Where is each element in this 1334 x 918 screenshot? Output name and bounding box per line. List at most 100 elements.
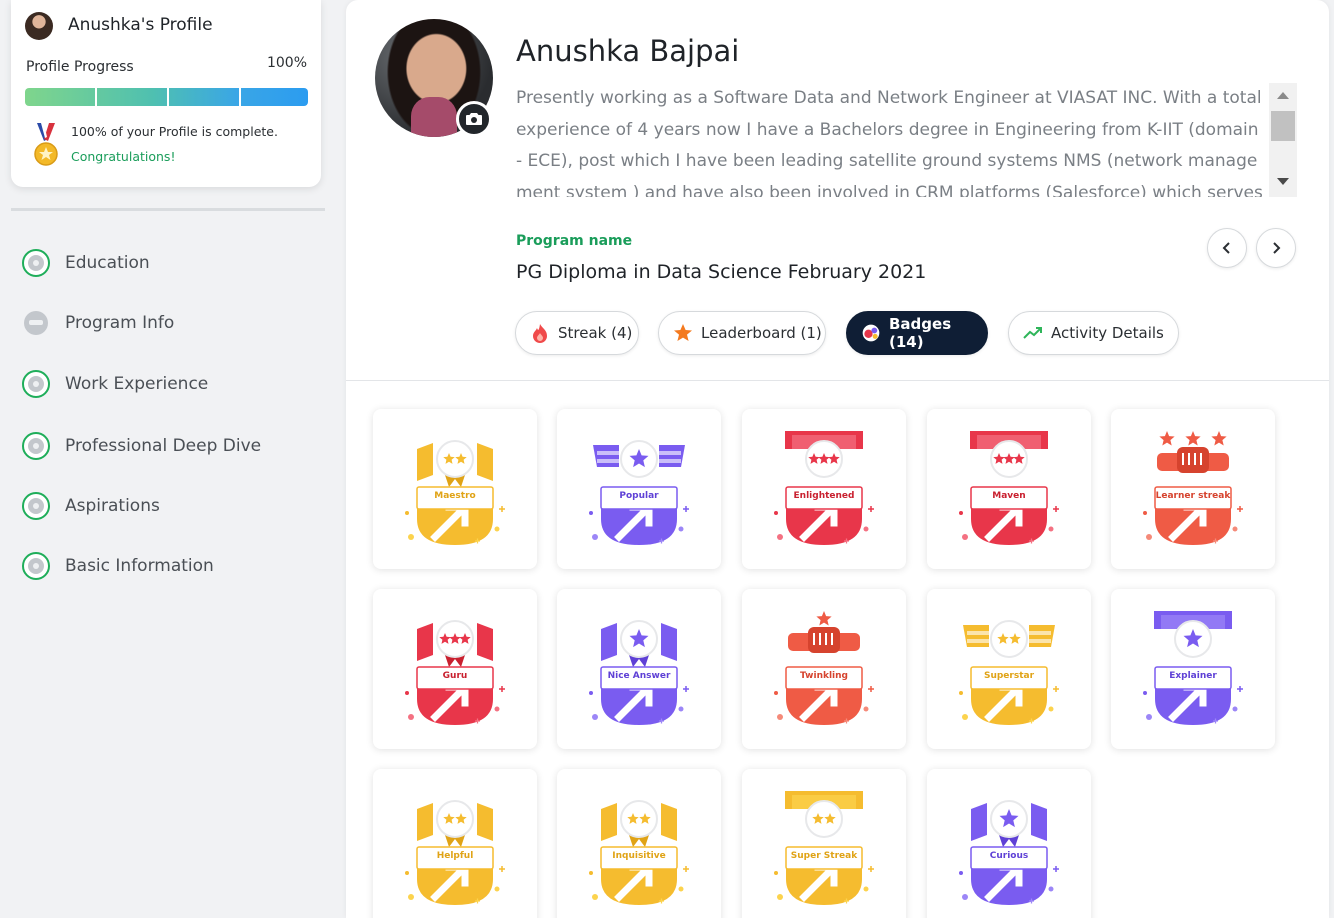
badge-label: Guru [442, 671, 468, 681]
tab-label: Leaderboard (1) [701, 324, 822, 342]
progress-label: Profile Progress [26, 59, 134, 75]
profile-title: Anushka's Profile [68, 15, 213, 35]
tab-streak[interactable]: Streak (4) [515, 311, 639, 355]
tab-activity-details[interactable]: Activity Details [1008, 311, 1179, 355]
badge-label: Popular [619, 491, 659, 501]
section-divider [346, 380, 1329, 381]
badge-emblem-icon [589, 620, 689, 725]
tab-label: Streak (4) [558, 324, 633, 342]
next-program-button[interactable] [1256, 228, 1296, 268]
scroll-down-arrow-icon[interactable] [1277, 178, 1289, 185]
profile-bio: Presently working as a Software Data and… [516, 88, 1263, 197]
badge-emblem-icon [1143, 431, 1243, 545]
badge-label: Helpful [436, 851, 474, 861]
chevron-left-icon [1222, 242, 1230, 254]
badge-emblem-icon [405, 800, 505, 905]
sidebar-item-label: Aspirations [65, 496, 160, 516]
sidebar-item-label: Program Info [65, 313, 175, 333]
badge-label: Nice Answer [607, 671, 671, 681]
profile-name: Anushka Bajpai [516, 34, 740, 68]
badge-card[interactable]: Maestro [373, 409, 537, 569]
badge-label: Twinkling [800, 671, 848, 681]
badge-card[interactable]: Twinkling [742, 589, 906, 749]
sidebar-item-basic-information[interactable]: Basic Information [22, 551, 214, 581]
congrats-message: Congratulations! [71, 149, 176, 164]
badge-emblem-icon [774, 611, 874, 725]
badge-emblem-icon [959, 431, 1059, 545]
badge-card[interactable]: Learner streak [1111, 409, 1275, 569]
badge-label: Super Streak [790, 851, 858, 861]
change-photo-button[interactable] [456, 101, 492, 137]
badge-label: Curious [989, 851, 1029, 861]
sidebar-item-label: Basic Information [65, 556, 214, 576]
tab-label: Activity Details [1051, 324, 1164, 342]
badge-label: Learner streak [1155, 491, 1231, 501]
badge-card[interactable]: Maven [927, 409, 1091, 569]
scroll-up-arrow-icon[interactable] [1277, 92, 1289, 99]
badge-emblem-icon [405, 620, 505, 725]
badge-emblem-icon [774, 431, 874, 545]
tab-label: Badges (14) [889, 315, 952, 351]
badge-card[interactable]: Helpful [373, 769, 537, 918]
badge-label: Maven [992, 491, 1026, 501]
program-label: Program name [516, 233, 633, 249]
badge-emblem-icon [589, 800, 689, 905]
trend-icon [1023, 323, 1043, 343]
badge-label: Enlightened [793, 491, 855, 501]
sidebar-item-aspirations[interactable]: Aspirations [22, 491, 160, 521]
badge-card[interactable]: Guru [373, 589, 537, 749]
badge-emblem-icon [405, 440, 505, 545]
graduation-cap-icon [22, 309, 50, 337]
badge-emblem-icon [589, 440, 689, 545]
bio-scroll-area[interactable]: Presently working as a Software Data and… [516, 83, 1297, 197]
badges-icon [861, 323, 881, 343]
target-icon [22, 492, 50, 520]
sidebar-item-professional-deep-dive[interactable]: Professional Deep Dive [22, 431, 261, 461]
badge-emblem-icon [959, 620, 1059, 725]
badge-card[interactable]: Enlightened [742, 409, 906, 569]
chevron-right-icon [1273, 242, 1281, 254]
badge-label: Maestro [434, 491, 476, 501]
complete-message: 100% of your Profile is complete. [71, 124, 278, 139]
sidebar-item-label: Education [65, 253, 150, 273]
program-name: PG Diploma in Data Science February 2021 [516, 261, 927, 283]
progress-value: 100% [266, 55, 307, 71]
badge-card[interactable]: Inquisitive [557, 769, 721, 918]
gear-icon [22, 432, 50, 460]
badge-label: Explainer [1169, 671, 1217, 681]
gear-icon [22, 552, 50, 580]
badge-label: Superstar [983, 671, 1035, 681]
badge-card[interactable]: Super Streak [742, 769, 906, 918]
main-panel: Anushka Bajpai Presently working as a So… [346, 0, 1329, 918]
star-icon [673, 323, 693, 343]
sidebar-item-education[interactable]: Education [22, 248, 150, 278]
badge-card[interactable]: Explainer [1111, 589, 1275, 749]
badge-emblem-icon [774, 791, 874, 905]
badge-card[interactable]: Popular [557, 409, 721, 569]
profile-progress-card: Anushka's Profile Profile Progress 100% … [11, 0, 321, 187]
tab-leaderboard[interactable]: Leaderboard (1) [658, 311, 826, 355]
badge-card[interactable]: Curious [927, 769, 1091, 918]
badge-label: Inquisitive [612, 851, 666, 861]
sidebar-divider [11, 208, 325, 211]
tab-badges[interactable]: Badges (14) [846, 311, 988, 355]
flame-icon [530, 323, 550, 343]
sidebar-item-label: Professional Deep Dive [65, 436, 262, 456]
badge-emblem-icon [959, 800, 1059, 905]
camera-icon [466, 113, 482, 125]
badge-card[interactable]: Superstar [927, 589, 1091, 749]
sidebar-item-work-experience[interactable]: Work Experience [22, 369, 208, 399]
scrollbar-thumb[interactable] [1271, 111, 1295, 141]
sidebar: Anushka's Profile Profile Progress 100% … [0, 0, 337, 918]
gear-icon [22, 370, 50, 398]
bio-scrollbar[interactable] [1269, 83, 1297, 197]
medal-icon [34, 123, 58, 166]
avatar[interactable] [25, 12, 53, 40]
sidebar-item-program-info[interactable]: Program Info [22, 308, 174, 338]
badge-card[interactable]: Nice Answer [557, 589, 721, 749]
badge-emblem-icon [1143, 611, 1243, 725]
previous-program-button[interactable] [1207, 228, 1247, 268]
progress-bar [25, 88, 308, 106]
education-icon [22, 249, 50, 277]
sidebar-item-label: Work Experience [65, 374, 209, 394]
